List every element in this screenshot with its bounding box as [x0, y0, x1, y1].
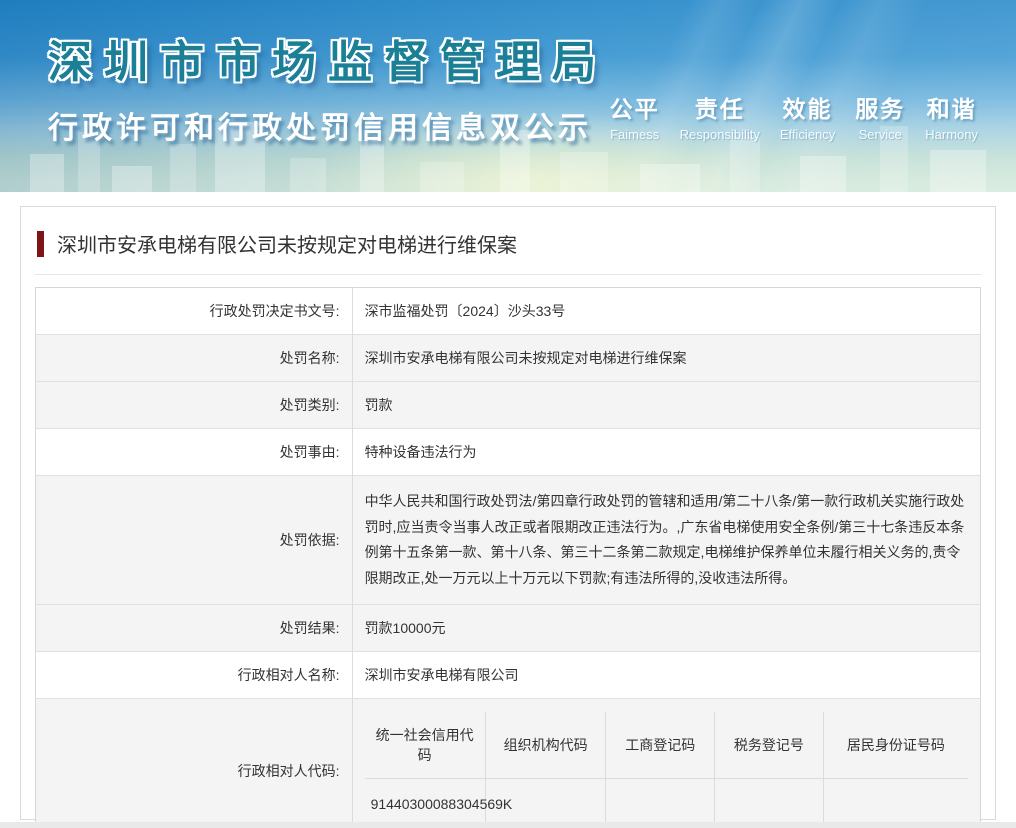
motto-pair: 服务 Service — [855, 90, 905, 142]
motto-en: Responsibility — [680, 127, 760, 142]
motto-cn: 责任 — [695, 90, 745, 124]
code-table-cell: 统一社会信用代码组织机构代码工商登记码税务登记号居民身份证号码914403000… — [352, 699, 980, 828]
code-value-cell — [823, 779, 968, 828]
motto-cn: 和谐 — [927, 90, 977, 124]
code-header-cell: 税务登记号 — [715, 712, 824, 779]
table-row: 行政相对人名称:深圳市安承电梯有限公司 — [36, 652, 981, 699]
case-title-bar: 深圳市安承电梯有限公司未按规定对电梯进行维保案 — [35, 225, 981, 275]
code-value-cell — [606, 779, 715, 828]
row-value: 深圳市安承电梯有限公司未按规定对电梯进行维保案 — [352, 335, 980, 382]
code-value-cell: 91440300088304569K — [365, 779, 486, 828]
row-label: 行政相对人代码: — [36, 699, 353, 828]
code-value-cell — [715, 779, 824, 828]
row-value: 罚款 — [352, 382, 980, 429]
row-value: 深市监福处罚〔2024〕沙头33号 — [352, 288, 980, 335]
code-header-row: 统一社会信用代码组织机构代码工商登记码税务登记号居民身份证号码 — [365, 712, 968, 779]
banner-subtitle: 行政许可和行政处罚信用信息双公示 — [48, 103, 608, 147]
table-row: 处罚结果:罚款10000元 — [36, 605, 981, 652]
motto-pair: 责任 Responsibility — [680, 90, 760, 142]
code-value-row: 91440300088304569K — [365, 779, 968, 828]
motto-en: Efficiency — [780, 127, 835, 142]
row-label: 处罚类别: — [36, 382, 353, 429]
row-label: 处罚依据: — [36, 476, 353, 605]
party-code-table: 统一社会信用代码组织机构代码工商登记码税务登记号居民身份证号码914403000… — [365, 712, 968, 828]
row-value: 罚款10000元 — [352, 605, 980, 652]
code-header-cell: 组织机构代码 — [485, 712, 606, 779]
row-label: 处罚事由: — [36, 429, 353, 476]
row-value: 中华人民共和国行政处罚法/第四章行政处罚的管辖和适用/第二十八条/第一款行政机关… — [352, 476, 980, 605]
motto-en: Service — [859, 127, 902, 142]
table-row: 处罚类别:罚款 — [36, 382, 981, 429]
motto-en: Faimess — [610, 127, 659, 142]
row-label: 行政相对人名称: — [36, 652, 353, 699]
code-header-cell: 统一社会信用代码 — [365, 712, 486, 779]
site-banner: 深圳市市场监督管理局 行政许可和行政处罚信用信息双公示 公平 Faimess 责任 R… — [0, 0, 1016, 192]
motto-pair: 效能 Efficiency — [780, 90, 835, 142]
row-label: 处罚名称: — [36, 335, 353, 382]
motto-cn: 公平 — [610, 90, 660, 124]
table-row: 处罚依据:中华人民共和国行政处罚法/第四章行政处罚的管辖和适用/第二十八条/第一… — [36, 476, 981, 605]
code-header-cell: 工商登记码 — [606, 712, 715, 779]
motto-pair: 公平 Faimess — [610, 90, 660, 142]
table-row: 行政相对人代码:统一社会信用代码组织机构代码工商登记码税务登记号居民身份证号码9… — [36, 699, 981, 828]
row-label: 处罚结果: — [36, 605, 353, 652]
row-value: 特种设备违法行为 — [352, 429, 980, 476]
penalty-table-body: 行政处罚决定书文号:深市监福处罚〔2024〕沙头33号处罚名称:深圳市安承电梯有… — [36, 288, 981, 828]
org-title: 深圳市市场监督管理局 — [48, 26, 608, 90]
table-row: 行政处罚决定书文号:深市监福处罚〔2024〕沙头33号 — [36, 288, 981, 335]
row-label: 行政处罚决定书文号: — [36, 288, 353, 335]
motto-pair: 和谐 Harmony — [925, 90, 978, 142]
content-panel: 深圳市安承电梯有限公司未按规定对电梯进行维保案 行政处罚决定书文号:深市监福处罚… — [20, 206, 996, 820]
motto-cn: 服务 — [855, 90, 905, 124]
motto-en: Harmony — [925, 127, 978, 142]
motto-cn: 效能 — [783, 90, 833, 124]
table-row: 处罚事由:特种设备违法行为 — [36, 429, 981, 476]
penalty-info-table: 行政处罚决定书文号:深市监福处罚〔2024〕沙头33号处罚名称:深圳市安承电梯有… — [35, 287, 981, 828]
motto-group: 公平 Faimess 责任 Responsibility 效能 Efficiency 服务 S… — [610, 90, 978, 142]
row-value: 深圳市安承电梯有限公司 — [352, 652, 980, 699]
page-footer — [0, 822, 1016, 828]
case-title: 深圳市安承电梯有限公司未按规定对电梯进行维保案 — [57, 229, 517, 258]
title-accent-bar — [37, 231, 44, 257]
table-row: 处罚名称:深圳市安承电梯有限公司未按规定对电梯进行维保案 — [36, 335, 981, 382]
code-header-cell: 居民身份证号码 — [823, 712, 968, 779]
